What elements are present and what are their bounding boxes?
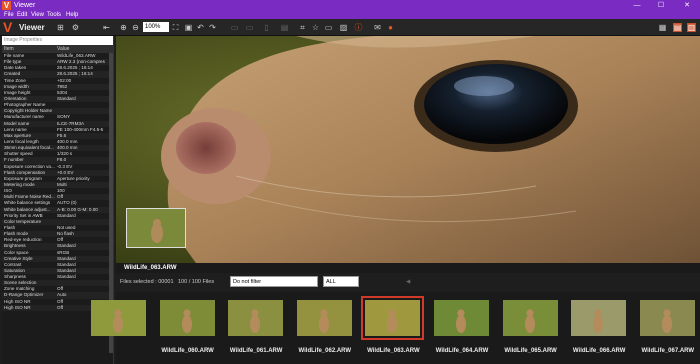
- actual-size-icon[interactable]: ▣: [184, 23, 193, 32]
- info-icon[interactable]: ⓘ: [354, 23, 363, 32]
- split-icon[interactable]: ▯: [262, 23, 271, 32]
- brand-logo-icon: V: [3, 19, 13, 35]
- menu-view[interactable]: View: [31, 11, 44, 19]
- filmstrip-label: WildLife_065.ARW: [504, 348, 557, 354]
- menu-file[interactable]: File: [4, 11, 14, 19]
- window-title: Viewer: [14, 2, 36, 9]
- image-icon[interactable]: ▨: [339, 23, 348, 32]
- filmstrip-thumbnail[interactable]: [639, 300, 695, 336]
- single-view-icon[interactable]: ▤: [673, 23, 682, 32]
- squirrel-photo: [116, 36, 700, 263]
- filmstrip-thumbnail[interactable]: [434, 300, 489, 336]
- compare-icon[interactable]: ▭: [230, 23, 239, 32]
- filmstrip-thumbnail[interactable]: [502, 300, 558, 336]
- zoom-out-icon[interactable]: ⊖: [131, 23, 140, 32]
- title-bar: V Viewer — ☐ ✕: [0, 0, 700, 11]
- brand-name: Viewer: [19, 23, 45, 32]
- thumbnail-image: [228, 300, 284, 336]
- settings-icon[interactable]: ⚙: [71, 23, 80, 32]
- filmstrip: WildLife_060.ARW WildLife_061.ARW WildLife…: [91, 292, 700, 364]
- fit-icon[interactable]: ⛶: [171, 23, 180, 32]
- column-header-value[interactable]: Value: [57, 45, 110, 53]
- thumbnail-image: [571, 300, 627, 336]
- maximize-button[interactable]: ☐: [652, 0, 670, 11]
- thumbnail-image: [296, 300, 352, 336]
- filmstrip-thumbnail[interactable]: [361, 296, 425, 340]
- filmstrip-thumbnail[interactable]: [159, 300, 215, 336]
- filmstrip-thumbnail[interactable]: [571, 300, 627, 336]
- crop-icon[interactable]: ⌗: [298, 23, 307, 32]
- property-key: High ISO NR: [4, 304, 31, 310]
- toolbar: V Viewer ⊞ ⚙ ⇤ ⊕ ⊖ 100% ⛶ ▣ ↶ ↷ ▭ ▭ ▯ ▤ …: [0, 19, 700, 36]
- close-button[interactable]: ✕: [678, 0, 696, 11]
- filmstrip-thumbnail[interactable]: [228, 300, 284, 336]
- menu-edit[interactable]: Edit: [17, 11, 27, 19]
- navigator-thumbnail[interactable]: [126, 208, 186, 248]
- rotate-right-icon[interactable]: ↷: [208, 23, 217, 32]
- current-file-name: WildLife_063.ARW: [124, 265, 177, 271]
- filmstrip-label: WildLife_066.ARW: [572, 348, 626, 354]
- grid-layout-icon[interactable]: ▦: [658, 23, 667, 32]
- filmstrip-label: WildLife_061.ARW: [229, 348, 283, 354]
- menu-help[interactable]: Help: [66, 11, 78, 19]
- image-viewer[interactable]: [116, 36, 700, 263]
- filmstrip-view-icon[interactable]: ▥: [687, 23, 696, 32]
- menu-tools[interactable]: Tools: [47, 11, 61, 19]
- filmstrip-label: WildLife_064.ARW: [435, 348, 489, 354]
- mail-icon[interactable]: ✉: [373, 23, 382, 32]
- filmstrip-label: WildLife_060.ARW: [161, 348, 214, 354]
- properties-table: File name WildLife_063.ARW File type ARW 2.…: [2, 53, 113, 311]
- menu-bar: File Edit View Tools Help: [0, 11, 700, 19]
- label-icon[interactable]: ▭: [324, 23, 333, 32]
- record-icon[interactable]: ●: [386, 23, 395, 32]
- navigator-image: [127, 209, 185, 247]
- filmstrip-label: WildLife_062.ARW: [298, 348, 352, 354]
- caption-bar: WildLife_063.ARW: [116, 263, 700, 273]
- thumbnail-image: [434, 300, 489, 336]
- back-icon[interactable]: ⇤: [102, 23, 111, 32]
- thumbnail-image: [159, 300, 215, 336]
- layout-icon[interactable]: ▭: [245, 23, 254, 32]
- thumbnail-image: [91, 300, 146, 336]
- table-header: Item Value: [2, 45, 113, 53]
- files-selected-text: Files selected : 00001: [120, 279, 174, 285]
- nav-prev-icon[interactable]: ◀: [406, 278, 410, 286]
- thumbnail-image: [502, 300, 558, 336]
- filmstrip-label: WildLife_063.ARW: [367, 348, 420, 354]
- minimize-button[interactable]: —: [628, 0, 646, 11]
- rating-icon[interactable]: ☆: [311, 23, 320, 32]
- rotate-left-icon[interactable]: ↶: [196, 23, 205, 32]
- align-icon[interactable]: ▤: [280, 23, 289, 32]
- filter-bar: Files selected : 00001 100 / 100 Files D…: [116, 275, 700, 289]
- rating-filter-select[interactable]: ALL: [323, 276, 359, 287]
- filmstrip-thumbnail[interactable]: [296, 300, 352, 336]
- grid-view-icon[interactable]: ⊞: [56, 23, 65, 32]
- zoom-select[interactable]: 100%: [143, 22, 169, 32]
- thumbnail-image: [365, 300, 421, 336]
- filmstrip-thumbnail[interactable]: [91, 300, 146, 336]
- panel-title: Image Properties: [2, 36, 113, 45]
- app-logo-icon: V: [2, 1, 11, 10]
- column-header-item[interactable]: Item: [2, 45, 57, 53]
- filmstrip-label: WildLife_067.ARW: [641, 348, 695, 354]
- file-count-text: 100 / 100 Files: [178, 279, 215, 285]
- zoom-in-icon[interactable]: ⊕: [119, 23, 128, 32]
- filter-select[interactable]: Do not filter: [230, 276, 318, 287]
- thumbnail-image: [639, 300, 695, 336]
